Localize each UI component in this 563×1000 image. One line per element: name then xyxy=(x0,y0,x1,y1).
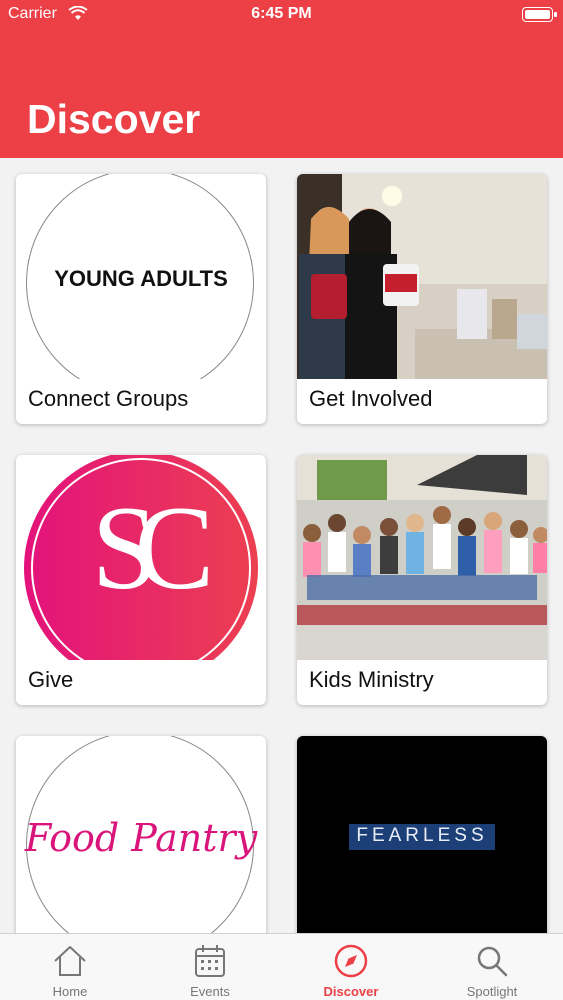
card-kids-ministry[interactable]: Kids Ministry xyxy=(297,455,547,705)
tab-events[interactable]: Events xyxy=(140,934,280,1000)
tab-discover[interactable]: Discover xyxy=(281,934,421,1000)
calendar-icon xyxy=(195,945,225,977)
status-bar: Carrier 6:45 PM xyxy=(0,0,563,30)
header: Carrier 6:45 PM Discover xyxy=(0,0,563,158)
fearless-text: FEARLESS xyxy=(356,825,488,846)
tab-home[interactable]: Home xyxy=(0,934,140,1000)
card-label: Give xyxy=(28,667,74,692)
card-connect-groups[interactable]: YOUNG ADULTS Connect Groups xyxy=(16,174,266,424)
compass-icon xyxy=(334,944,368,978)
home-icon xyxy=(54,946,86,976)
food-pantry-logo: Food Pantry xyxy=(16,736,266,933)
kids-group-photo xyxy=(297,455,547,660)
page-title: Discover xyxy=(27,96,201,142)
tab-label: Spotlight xyxy=(466,984,518,999)
card-food-pantry[interactable]: Food Pantry xyxy=(16,736,266,933)
card-get-involved[interactable]: Get Involved xyxy=(297,174,547,424)
sc-logo-text: SC xyxy=(91,481,215,614)
card-fearless[interactable]: FEARLESS xyxy=(297,736,547,933)
status-time: 6:45 PM xyxy=(251,5,312,22)
logo-script-text: Food Pantry xyxy=(24,816,258,860)
tab-label: Home xyxy=(52,984,88,999)
card-label: Kids Ministry xyxy=(309,667,434,692)
fearless-image: FEARLESS xyxy=(297,736,547,933)
card-give[interactable]: SC Give xyxy=(16,455,266,705)
tab-bar: Home Events Discover Spotlight xyxy=(0,933,563,1000)
card-label: Connect Groups xyxy=(28,386,189,411)
young-adults-logo: YOUNG ADULTS xyxy=(16,174,266,379)
discover-grid: YOUNG ADULTS Connect Groups Get Involved xyxy=(0,158,563,933)
tab-label: Events xyxy=(190,984,230,999)
battery-icon xyxy=(522,7,557,22)
tab-spotlight[interactable]: Spotlight xyxy=(422,934,562,1000)
card-label: Get Involved xyxy=(309,386,433,411)
sc-logo-image: SC xyxy=(16,455,266,660)
tab-label: Discover xyxy=(323,984,379,999)
search-icon xyxy=(477,946,508,977)
logo-text: YOUNG ADULTS xyxy=(54,266,228,291)
volunteers-photo xyxy=(297,174,547,379)
